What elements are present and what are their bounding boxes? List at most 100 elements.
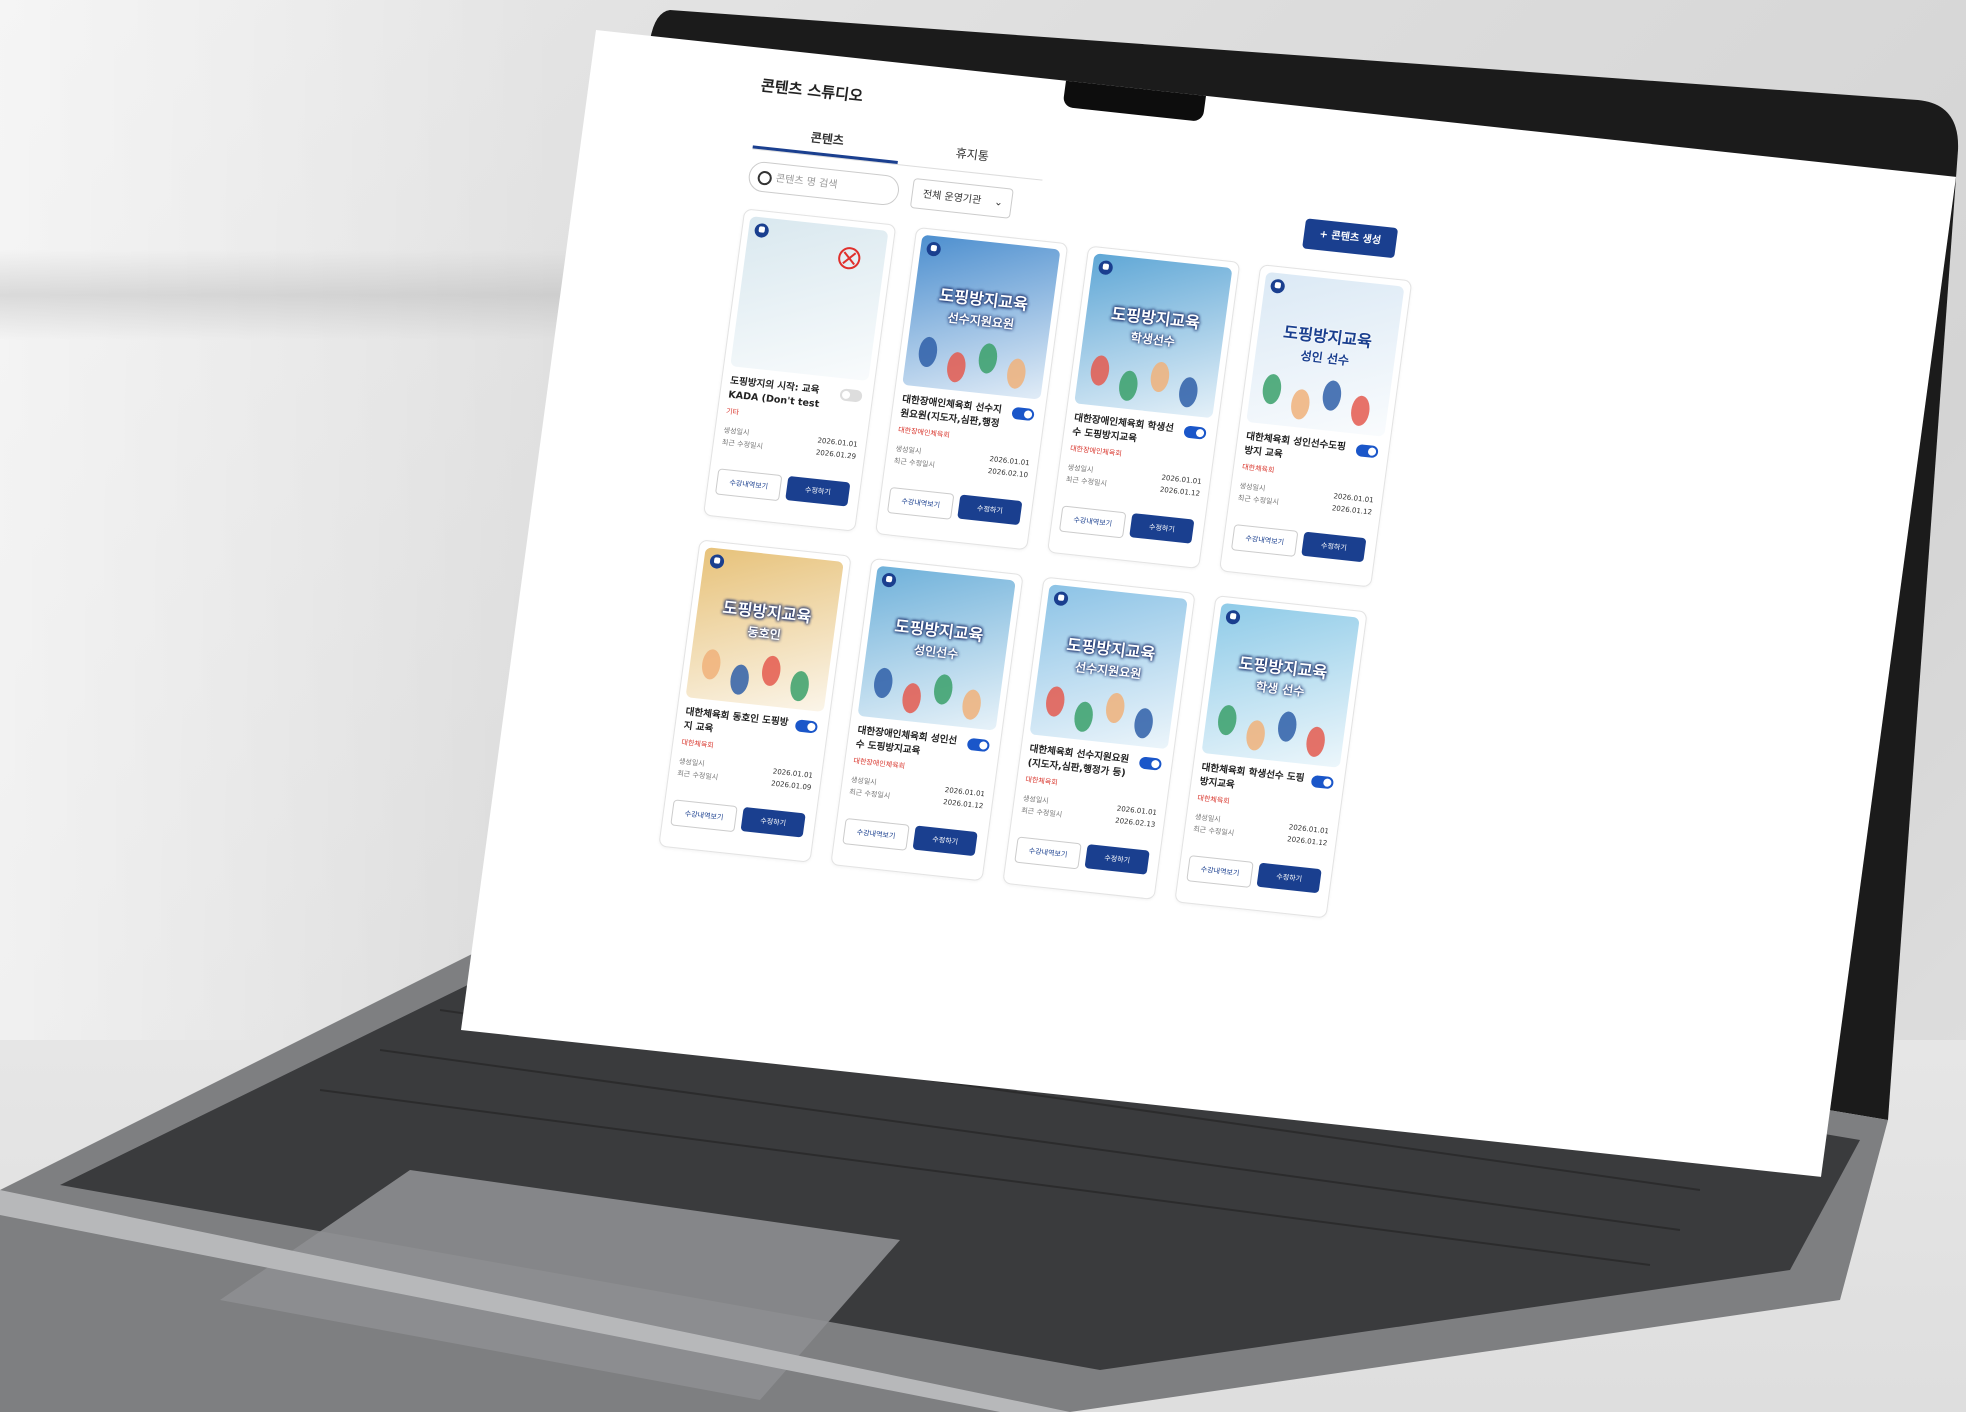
illustration-figure [1005, 357, 1028, 390]
illustration-figure [945, 351, 968, 384]
content-grid: 도핑방지의 시작: 교육 KADA (Don't test on... 기타 생… [658, 208, 1413, 919]
illustration-figure [1304, 725, 1327, 758]
publish-toggle[interactable] [1011, 406, 1035, 422]
card-meta: 생성일시 2026.01.01 최근 수정일시 2026.01.12 [1237, 480, 1374, 518]
edit-button[interactable]: 수정하기 [1129, 513, 1195, 544]
card-meta: 생성일시 2026.01.01 최근 수정일시 2026.01.09 [676, 755, 814, 793]
page-title: 콘텐츠 스튜디오 [759, 76, 865, 106]
publish-toggle[interactable] [1183, 425, 1207, 440]
view-history-button[interactable]: 수강내역보기 [886, 486, 955, 520]
view-history-button[interactable]: 수강내역보기 [1014, 836, 1082, 870]
edit-button[interactable]: 수정하기 [1084, 844, 1150, 875]
org-filter-select[interactable]: 전체 운영기관 ⌄ [909, 177, 1014, 219]
illustration-figure [916, 335, 939, 368]
card-organization: 대한체육회 [1241, 463, 1275, 475]
content-card[interactable]: 도핑방지교육 동호인 대한체육회 동호인 도핑방지 교육 대한체육회 생성일시 2… [658, 539, 852, 863]
content-thumbnail[interactable] [730, 216, 889, 382]
illustration-figure [1216, 704, 1239, 737]
thumbnail-title [745, 260, 883, 275]
card-organization: 대한장애인체육회 [852, 756, 906, 771]
view-history-button[interactable]: 수강내역보기 [1058, 505, 1127, 539]
illustration-figure [1072, 700, 1095, 733]
pin-icon [1225, 609, 1241, 626]
edit-button[interactable]: 수정하기 [912, 825, 978, 857]
chevron-down-icon: ⌄ [993, 196, 1004, 209]
illustration-figure [1260, 373, 1283, 406]
illustration-figure [976, 342, 999, 375]
publish-toggle[interactable] [1138, 756, 1163, 771]
card-meta: 생성일시 2026.01.01 최근 수정일시 2026.02.13 [1020, 792, 1158, 830]
edit-button[interactable]: 수정하기 [740, 806, 806, 838]
pin-icon [925, 241, 942, 257]
create-content-button[interactable]: + 콘텐츠 생성 [1302, 218, 1399, 259]
illustration-figure [1320, 379, 1343, 412]
illustration-figure [1177, 376, 1200, 409]
card-meta: 생성일시 2026.01.01 최근 수정일시 2026.01.12 [848, 774, 986, 812]
card-meta: 생성일시 2026.01.01 최근 수정일시 2026.01.12 [1065, 461, 1202, 499]
search-input[interactable]: 콘텐츠 명 검색 [746, 160, 901, 207]
illustration-figure [1104, 692, 1127, 724]
card-meta: 생성일시 2026.01.01 최근 수정일시 2026.02.10 [893, 443, 1030, 481]
content-thumbnail[interactable]: 도핑방지교육 성인 선수 [1246, 271, 1405, 437]
illustration-figure [960, 688, 983, 721]
illustration-figure [1132, 707, 1155, 740]
tab-trash[interactable]: 휴지통 [898, 134, 1047, 180]
content-card[interactable]: 도핑방지교육 학생선수 대한장애인체육회 학생선수 도핑방지교육 대한장애인체육… [1046, 245, 1241, 569]
prohibited-icon [836, 246, 862, 271]
edit-button[interactable]: 수정하기 [785, 475, 851, 507]
illustration-figure [1276, 710, 1299, 743]
card-organization: 대한체육회 [680, 738, 715, 750]
content-thumbnail[interactable]: 도핑방지교육 성인선수 [857, 565, 1016, 731]
content-thumbnail[interactable]: 도핑방지교육 동호인 [685, 547, 844, 713]
content-card[interactable]: 도핑방지교육 선수지원요원 대한장애인체육회 선수지원요원(지도자,심판,행정가… [874, 226, 1069, 551]
thumbnail-subtitle [741, 286, 879, 301]
content-card[interactable]: 도핑방지의 시작: 교육 KADA (Don't test on... 기타 생… [702, 208, 897, 532]
illustration-figure [1044, 685, 1067, 718]
card-title: 도핑방지의 시작: 교육 KADA (Don't test on... [727, 375, 821, 414]
publish-toggle[interactable] [1310, 774, 1335, 790]
search-placeholder: 콘텐츠 명 검색 [775, 173, 839, 191]
content-thumbnail[interactable]: 도핑방지교육 학생선수 [1074, 253, 1233, 419]
illustration-figure [1244, 719, 1267, 752]
view-history-button[interactable]: 수강내역보기 [670, 799, 738, 833]
card-organization: 기타 [725, 407, 740, 417]
publish-toggle[interactable] [966, 737, 991, 753]
view-history-button[interactable]: 수강내역보기 [1186, 855, 1254, 888]
content-card[interactable]: 도핑방지교육 성인선수 대한장애인체육회 성인선수 도핑방지교육 대한장애인체육… [830, 557, 1024, 882]
card-organization: 대한장애인체육회 [897, 425, 951, 440]
edit-button[interactable]: 수정하기 [1301, 531, 1367, 563]
illustration-figure [728, 663, 751, 696]
publish-toggle[interactable] [794, 719, 819, 734]
content-card[interactable]: 도핑방지교육 학생 선수 대한체육회 학생선수 도핑방지교육 대한체육회 생성일… [1174, 595, 1368, 919]
view-history-button[interactable]: 수강내역보기 [1230, 524, 1299, 557]
content-card[interactable]: 도핑방지교육 선수지원요원 대한체육회 선수지원요원 (지도자,심판,행정가 등… [1002, 576, 1196, 900]
content-card[interactable]: 도핑방지교육 성인 선수 대한체육회 성인선수도핑방지 교육 대한체육회 생성일… [1218, 264, 1413, 588]
content-thumbnail[interactable]: 도핑방지교육 선수지원요원 [902, 234, 1061, 400]
view-history-button[interactable]: 수강내역보기 [842, 817, 910, 851]
edit-button[interactable]: 수정하기 [1256, 862, 1322, 894]
illustration-figure [760, 654, 783, 687]
laptop-screen: 콘텐츠 스튜디오 콘텐츠 휴지통 콘텐츠 명 검색 전체 운영기관 ⌄ + 콘텐… [461, 30, 1956, 1177]
view-history-button[interactable]: 수강내역보기 [714, 468, 783, 502]
pin-icon [753, 222, 770, 239]
content-thumbnail[interactable]: 도핑방지교육 학생 선수 [1201, 602, 1360, 768]
publish-toggle[interactable] [839, 388, 863, 403]
illustration-figure [872, 666, 895, 699]
card-organization: 대한체육회 [1196, 794, 1231, 806]
search-icon [756, 170, 773, 186]
illustration-figure [900, 682, 923, 715]
org-filter-label: 전체 운영기관 [922, 189, 982, 207]
content-thumbnail[interactable]: 도핑방지교육 선수지원요원 [1029, 584, 1188, 750]
illustration-figure [932, 673, 955, 706]
edit-button[interactable]: 수정하기 [957, 494, 1023, 526]
pin-icon [1097, 259, 1114, 276]
pin-icon [881, 572, 897, 588]
illustration-figure [700, 648, 723, 681]
publish-toggle[interactable] [1355, 443, 1379, 459]
card-meta: 생성일시 2026.01.01 최근 수정일시 2026.01.12 [1192, 811, 1330, 849]
card-organization: 대한장애인체육회 [1069, 444, 1123, 459]
illustration-figure [1117, 369, 1140, 402]
tab-contents[interactable]: 콘텐츠 [752, 118, 902, 165]
pin-icon [709, 553, 725, 570]
pin-icon [1053, 590, 1069, 607]
